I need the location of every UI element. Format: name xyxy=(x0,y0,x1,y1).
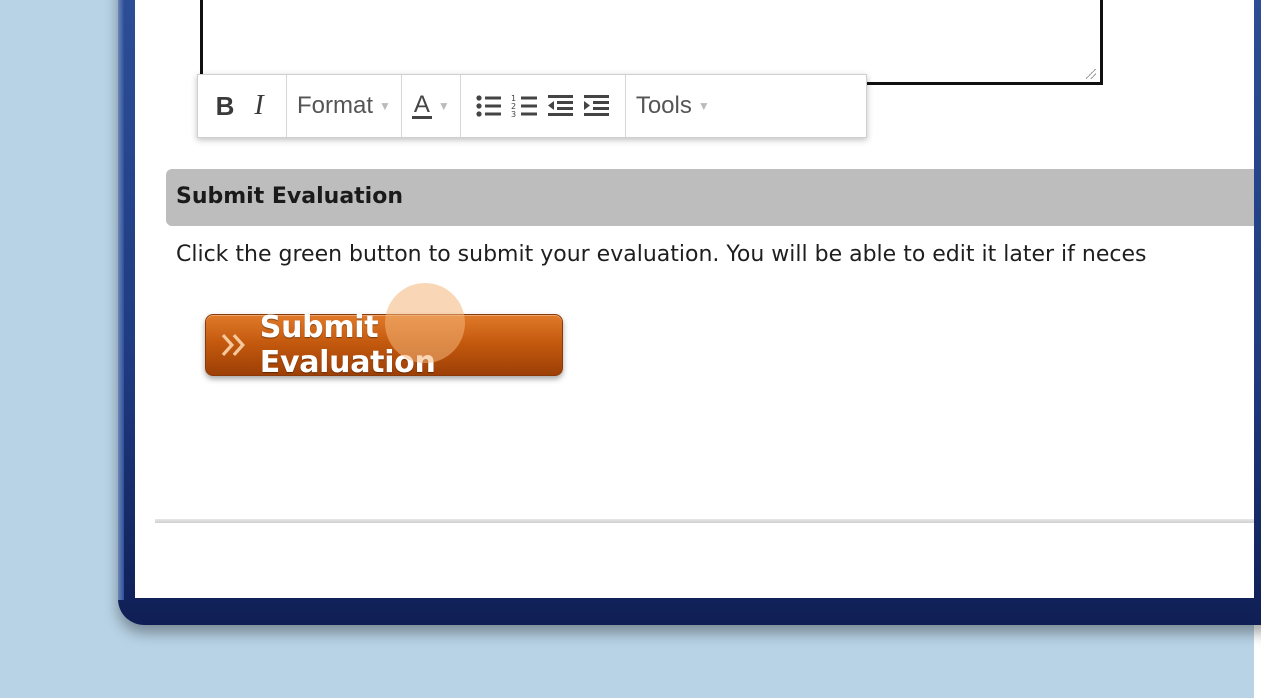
submit-button-label: Submit Evaluation xyxy=(259,310,436,380)
format-label: Format xyxy=(297,92,374,119)
format-group: Format ▼ xyxy=(287,75,402,137)
window-frame-edge xyxy=(118,0,124,600)
bulleted-list-icon[interactable] xyxy=(471,86,507,126)
section-title: Submit Evaluation xyxy=(176,184,403,209)
numbered-list-icon[interactable]: 1 2 3 xyxy=(507,86,543,126)
format-dropdown[interactable]: Format ▼ xyxy=(297,86,391,126)
tools-label: Tools xyxy=(635,92,692,119)
chevron-down-icon: ▼ xyxy=(697,99,710,113)
submit-evaluation-button[interactable]: Submit Evaluation xyxy=(205,310,563,380)
chevron-down-icon: ▼ xyxy=(437,99,450,113)
chevron-down-icon: ▼ xyxy=(379,99,391,113)
content-divider xyxy=(155,519,1254,523)
resize-handle-icon[interactable] xyxy=(1086,69,1096,79)
text-style-group: B I xyxy=(198,75,287,137)
editor-toolbar: B I Format ▼ A ▼ 1 2 3 Tools ▼ xyxy=(197,74,867,138)
svg-text:3: 3 xyxy=(511,110,516,119)
text-color-icon: A xyxy=(411,90,432,119)
double-chevron-right-icon xyxy=(221,334,245,356)
outdent-icon[interactable] xyxy=(543,86,579,126)
text-color-dropdown[interactable]: A ▼ xyxy=(411,86,450,126)
list-group: 1 2 3 xyxy=(461,75,626,137)
submit-instructions: Click the green button to submit your ev… xyxy=(176,242,1147,267)
indent-icon[interactable] xyxy=(579,86,615,126)
comments-textarea[interactable] xyxy=(200,0,1103,85)
italic-button[interactable]: I xyxy=(242,86,276,126)
tools-dropdown[interactable]: Tools ▼ xyxy=(636,86,710,126)
bold-button[interactable]: B xyxy=(208,86,242,126)
tools-group: Tools ▼ xyxy=(626,75,720,137)
color-group: A ▼ xyxy=(402,75,461,137)
